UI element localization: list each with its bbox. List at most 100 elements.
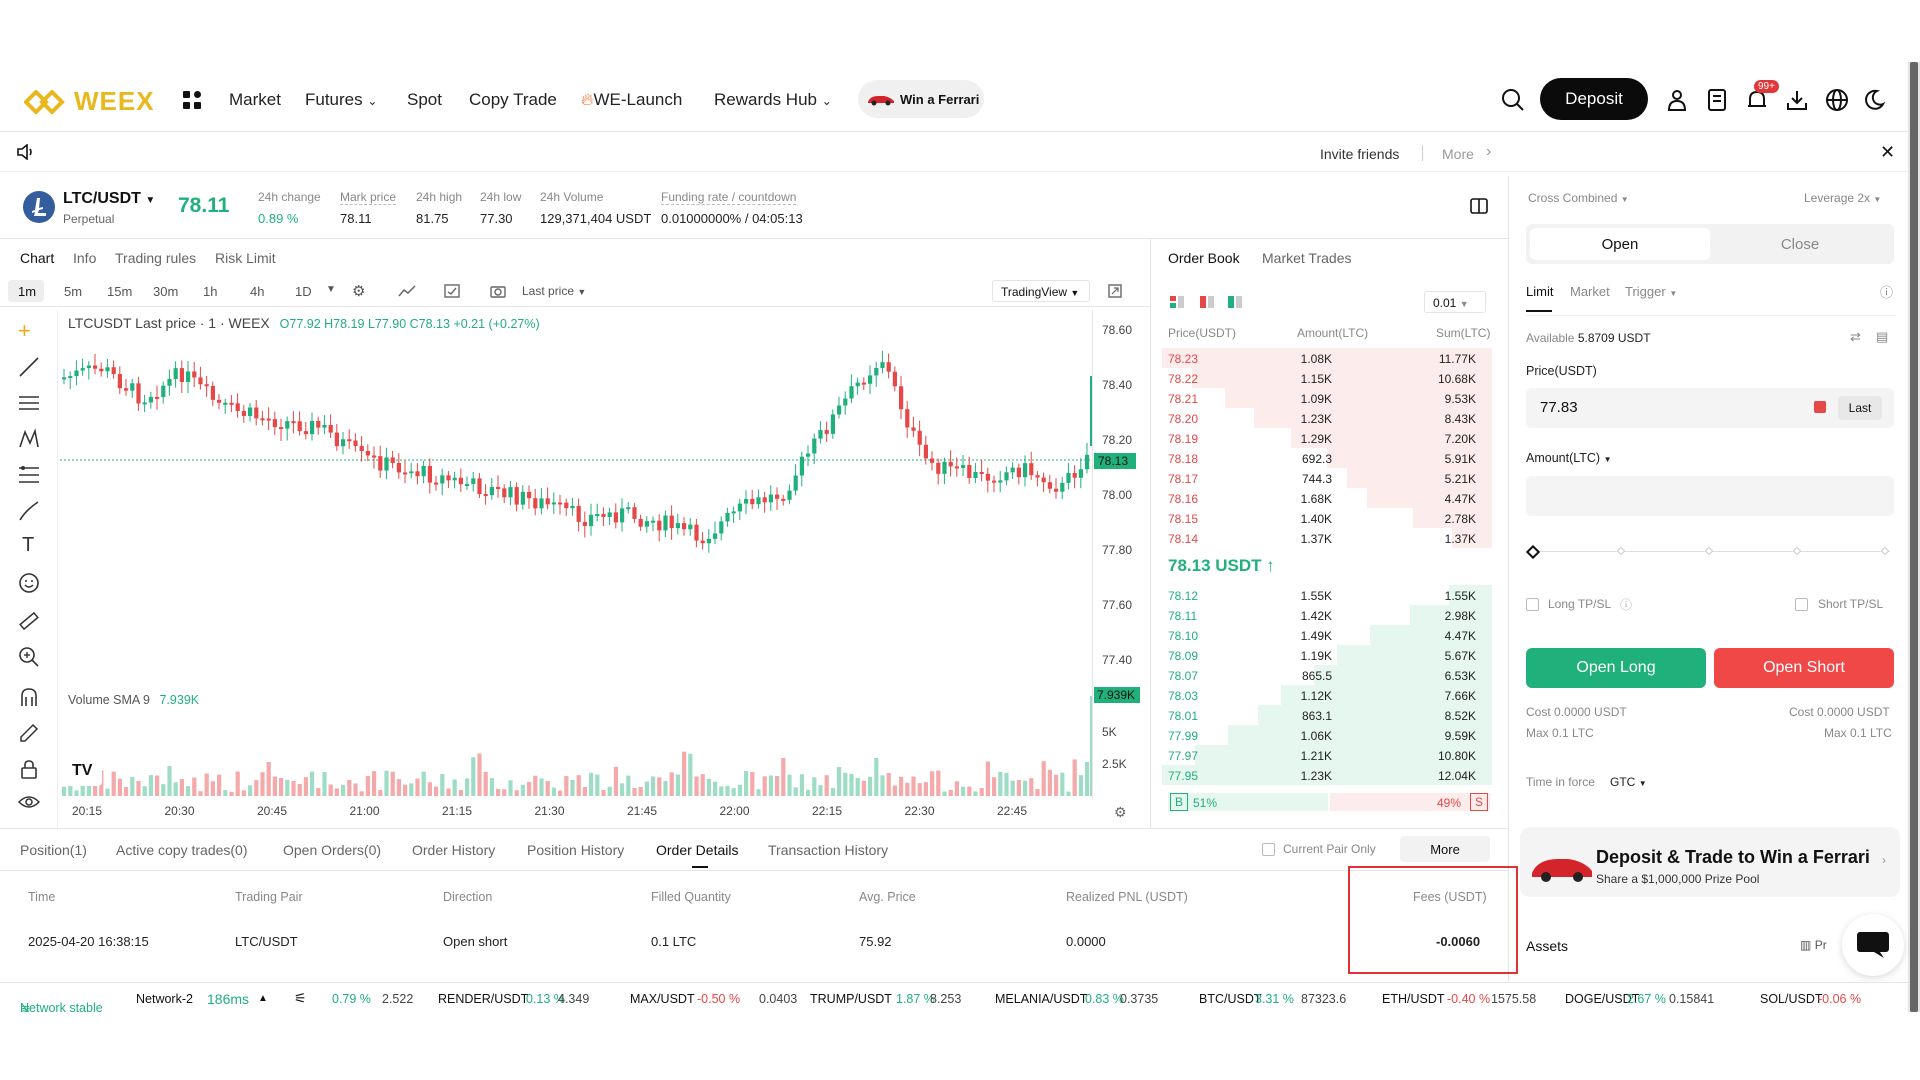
ob-mid-price[interactable]: 78.13 USDT ↑	[1168, 556, 1275, 576]
timeframe-1m[interactable]: 1m	[18, 284, 36, 299]
candlestick-chart[interactable]	[60, 318, 1092, 796]
nav-rewards-hub[interactable]: Rewards Hub ⌄	[714, 90, 832, 110]
fullscreen-icon[interactable]	[1108, 284, 1122, 298]
caret-down-icon[interactable]: ▼	[326, 284, 336, 295]
open-long-button[interactable]: Open Long	[1526, 648, 1706, 688]
chat-support-button[interactable]	[1842, 914, 1904, 976]
invite-friends-link[interactable]: Invite friends	[1320, 146, 1399, 162]
ob-ask-row[interactable]: 78.20 1.23K 8.43K	[1162, 408, 1492, 428]
trendline-icon[interactable]	[18, 356, 40, 378]
info-icon[interactable]: ⓘ	[1880, 282, 1893, 301]
brush-icon[interactable]	[18, 500, 40, 522]
ob-bid-row[interactable]: 78.03 1.12K 7.66K	[1162, 685, 1492, 705]
assets-right-link[interactable]: ▥ Pr	[1800, 938, 1827, 952]
price-type-select[interactable]: Last price ▼	[522, 284, 586, 298]
ob-ask-row[interactable]: 78.22 1.15K 10.68K	[1162, 368, 1492, 388]
ob-bid-row[interactable]: 77.95 1.23K 12.04K	[1162, 765, 1492, 785]
tab-risk-limit[interactable]: Risk Limit	[215, 250, 276, 266]
indicators-icon[interactable]	[398, 284, 416, 298]
order-type-market[interactable]: Market	[1570, 284, 1610, 299]
moon-icon[interactable]	[1865, 88, 1889, 112]
search-icon[interactable]	[1501, 88, 1525, 112]
ob-bid-row[interactable]: 78.10 1.49K 4.47K	[1162, 625, 1492, 645]
tab-transaction-history[interactable]: Transaction History	[768, 842, 888, 858]
timeframe-15m[interactable]: 15m	[107, 284, 132, 299]
chart-engine-select[interactable]: TradingView ▼	[992, 280, 1090, 302]
user-icon[interactable]	[1665, 88, 1689, 112]
ob-bid-row[interactable]: 78.07 865.5 6.53K	[1162, 665, 1492, 685]
current-pair-only-checkbox[interactable]	[1262, 843, 1275, 856]
ob-ask-row[interactable]: 78.18 692.3 5.91K	[1162, 448, 1492, 468]
open-short-button[interactable]: Open Short	[1714, 648, 1894, 688]
download-icon[interactable]	[1785, 88, 1809, 112]
margin-mode-select[interactable]: Cross Combined ▼	[1528, 191, 1629, 205]
timeframe-1d[interactable]: 1D	[295, 284, 312, 299]
emoji-icon[interactable]	[18, 572, 40, 594]
short-tpsl-checkbox[interactable]	[1795, 598, 1808, 611]
layout-book-icon[interactable]	[1470, 198, 1488, 214]
precision-select[interactable]: 0.01 ▼	[1424, 291, 1486, 313]
orders-icon[interactable]	[1705, 88, 1729, 112]
horizontal-lines-icon[interactable]	[18, 392, 40, 414]
order-type-trigger[interactable]: Trigger ▼	[1625, 284, 1677, 299]
tab-market-trades[interactable]: Market Trades	[1262, 250, 1351, 266]
book-bids-icon[interactable]	[1228, 296, 1242, 308]
pattern-icon[interactable]	[18, 428, 40, 450]
sliders-icon[interactable]: ⚟	[294, 990, 307, 1007]
order-type-limit[interactable]: Limit	[1526, 284, 1553, 299]
more-button[interactable]: More	[1400, 836, 1490, 862]
deposit-button[interactable]: Deposit	[1540, 78, 1648, 120]
ob-ask-row[interactable]: 78.21 1.09K 9.53K	[1162, 388, 1492, 408]
ob-ask-row[interactable]: 78.16 1.68K 4.47K	[1162, 488, 1492, 508]
tab-trading-rules[interactable]: Trading rules	[115, 250, 196, 266]
pencil-lock-icon[interactable]	[18, 722, 40, 744]
ob-bid-row[interactable]: 78.12 1.55K 1.55K	[1162, 585, 1492, 605]
nav-spot[interactable]: Spot	[407, 90, 442, 110]
ruler-icon[interactable]	[18, 610, 40, 632]
ob-bid-row[interactable]: 78.01 863.1 8.52K	[1162, 705, 1492, 725]
timeframe-5m[interactable]: 5m	[64, 284, 82, 299]
tab-position-history[interactable]: Position History	[527, 842, 624, 858]
tab-chart[interactable]: Chart	[20, 250, 54, 266]
amount-label[interactable]: Amount(LTC) ▼	[1526, 451, 1612, 465]
ob-bid-row[interactable]: 78.09 1.19K 5.67K	[1162, 645, 1492, 665]
weex-logo[interactable]: WEEX	[24, 86, 155, 117]
nav-we-launch[interactable]: 🔥︎WE-Launch	[581, 90, 682, 110]
ferrari-promo-banner[interactable]: Deposit & Trade to Win a Ferrari Share a…	[1520, 827, 1900, 897]
time-axis[interactable]: 20:15 20:30 20:45 21:00 21:15 21:30 21:45 22:00…	[60, 802, 1092, 822]
camera-icon[interactable]	[490, 284, 506, 298]
tab-position[interactable]: Position(1)	[20, 842, 87, 858]
calculator-icon[interactable]: ▤	[1876, 329, 1888, 345]
tab-order-history[interactable]: Order History	[412, 842, 495, 858]
mark-price-label[interactable]: Mark price	[340, 190, 397, 205]
apps-grid-icon[interactable]	[182, 90, 202, 110]
timeframe-30m[interactable]: 30m	[153, 284, 178, 299]
open-tab[interactable]: Open	[1530, 228, 1710, 260]
book-asks-icon[interactable]	[1200, 296, 1214, 308]
long-tpsl-checkbox[interactable]	[1526, 598, 1539, 611]
info-icon[interactable]: ⓘ	[1620, 596, 1632, 613]
announce-more-link[interactable]: More	[1442, 146, 1474, 162]
timeframe-1h[interactable]: 1h	[203, 284, 217, 299]
timeframe-4h[interactable]: 4h	[250, 284, 264, 299]
fib-icon[interactable]	[18, 464, 40, 486]
nav-futures[interactable]: Futures ⌄	[305, 90, 377, 110]
ob-ask-row[interactable]: 78.15 1.40K 2.78K	[1162, 508, 1492, 528]
ob-ask-row[interactable]: 78.23 1.08K 11.77K	[1162, 348, 1492, 368]
settings-gear-icon[interactable]: ⚙	[352, 282, 365, 300]
crosshair-icon[interactable]: +	[18, 318, 31, 344]
ob-bid-row[interactable]: 78.11 1.42K 2.98K	[1162, 605, 1492, 625]
close-tab[interactable]: Close	[1710, 228, 1890, 260]
last-price-button[interactable]: Last	[1838, 396, 1882, 420]
tab-order-book[interactable]: Order Book	[1168, 250, 1240, 266]
ob-bid-row[interactable]: 77.99 1.06K 9.59K	[1162, 725, 1492, 745]
price-input[interactable]: 77.83 Last	[1526, 388, 1894, 428]
eye-icon[interactable]	[18, 794, 40, 810]
leverage-select[interactable]: Leverage 2x ▼	[1804, 191, 1881, 205]
transfer-icon[interactable]: ⇄	[1850, 329, 1861, 345]
ob-ask-row[interactable]: 78.14 1.37K 1.37K	[1162, 528, 1492, 548]
network-name[interactable]: Network-2	[136, 992, 193, 1006]
lock-icon[interactable]	[18, 758, 40, 780]
text-tool-icon[interactable]: T	[22, 534, 34, 557]
magnet-icon[interactable]	[18, 686, 40, 708]
